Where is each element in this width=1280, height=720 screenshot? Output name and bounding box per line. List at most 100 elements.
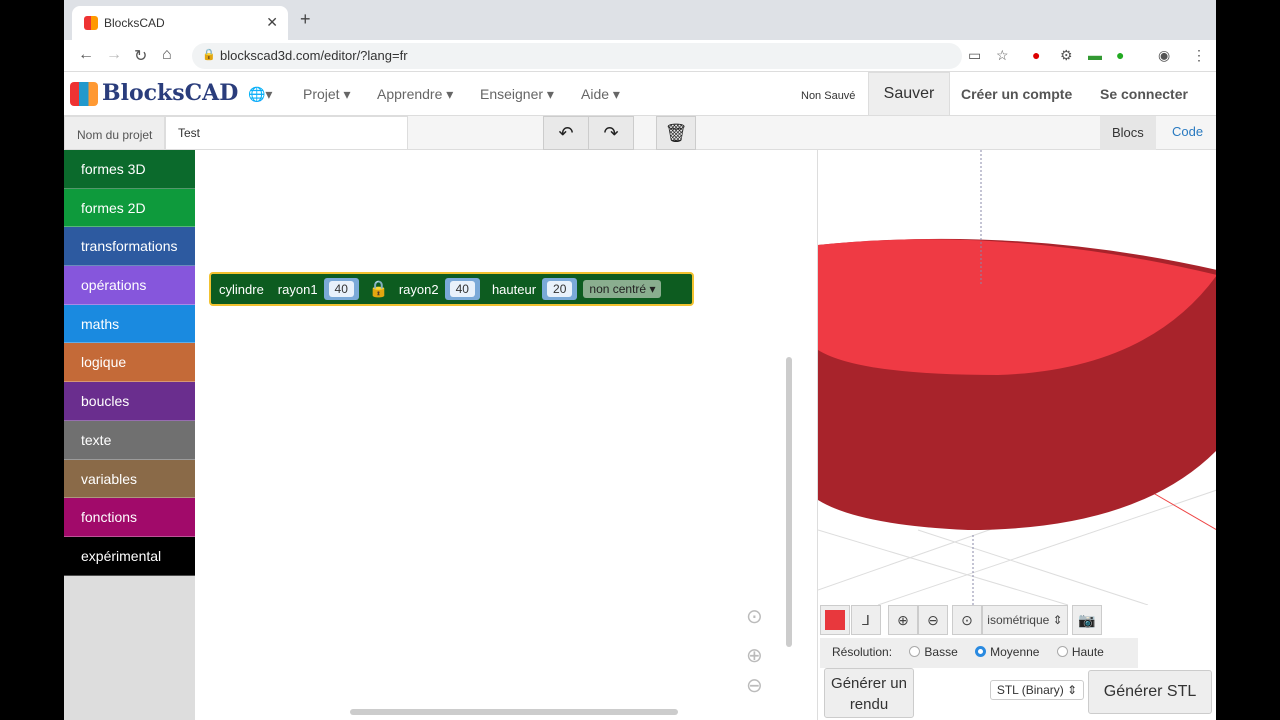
radio-basse[interactable] — [909, 646, 921, 657]
menu-label: Apprendre — [377, 86, 443, 102]
opera-icon[interactable]: ● — [1032, 47, 1040, 63]
home-icon[interactable]: ⌂ — [162, 46, 172, 64]
height-label: hauteur — [491, 281, 537, 297]
resolution-label: Résolution: — [832, 645, 893, 659]
view-select[interactable]: isométrique ⇕ — [982, 605, 1068, 635]
center-dropdown[interactable]: non centré ▾ — [583, 280, 662, 298]
logo-text: BlocksCAD — [102, 80, 239, 106]
save-button[interactable]: Sauver — [868, 72, 950, 116]
zoom-out-icon[interactable]: ⊖ — [918, 605, 948, 635]
3d-viewer[interactable]: ⅃ ⊕ ⊖ ⊙ isométrique ⇕ 📷 Résolution: Bass… — [817, 150, 1216, 720]
cast-icon[interactable]: ▭ — [968, 47, 981, 64]
menu-apprendre[interactable]: Apprendre ▾ — [377, 86, 453, 103]
forward-icon[interactable]: → — [106, 46, 122, 64]
radius1-input[interactable]: 40 — [323, 278, 359, 300]
radius2-input[interactable]: 40 — [444, 278, 480, 300]
radius1-label: rayon1 — [277, 281, 318, 297]
save-status: Non Sauvé — [801, 90, 856, 102]
star-icon[interactable]: ☆ — [996, 47, 1009, 64]
generate-stl-button[interactable]: Générer STL — [1088, 670, 1212, 714]
menu-label: Enseigner — [480, 86, 544, 102]
avatar[interactable]: ◉ — [1158, 47, 1170, 64]
lock-icon: 🔒 — [202, 49, 216, 61]
category-2[interactable]: transformations — [64, 227, 195, 267]
format-select[interactable]: STL (Binary) ⇕ — [990, 680, 1084, 700]
menu-label: Projet — [303, 86, 340, 102]
radio-label: Basse — [924, 645, 958, 659]
render-button[interactable]: Générer un rendu — [824, 668, 914, 718]
logo-mark-icon — [70, 82, 98, 106]
radio-moyenne[interactable] — [975, 646, 987, 657]
app-header: BlocksCAD 🌐▾ Projet ▾ Apprendre ▾ Enseig… — [64, 72, 1216, 116]
workspace-horizontal-scrollbar[interactable] — [350, 709, 678, 715]
evernote-icon[interactable]: ● — [1116, 47, 1124, 63]
browser-window: BlocksCAD ✕ + ← → ↻ ⌂ 🔒 blockscad3d.com/ed… — [64, 0, 1216, 720]
category-0[interactable]: formes 3D — [64, 150, 195, 189]
undo-button[interactable]: ↶ — [543, 116, 589, 150]
menu-label: Aide — [581, 86, 610, 102]
project-name-label: Nom du projet — [64, 116, 165, 150]
color-picker[interactable] — [820, 605, 850, 635]
block-name: cylindre — [219, 281, 264, 297]
tab-blocs[interactable]: Blocs — [1100, 116, 1156, 150]
screenshot-icon[interactable]: 📷 — [1072, 605, 1102, 635]
menu-projet[interactable]: Projet ▾ — [303, 86, 351, 103]
create-account-link[interactable]: Créer un compte — [961, 86, 1072, 102]
logo[interactable]: BlocksCAD — [70, 80, 238, 106]
url-bar[interactable]: 🔒 blockscad3d.com/editor/?lang=fr — [192, 43, 962, 69]
favicon-icon — [84, 16, 98, 30]
category-9[interactable]: fonctions — [64, 498, 195, 537]
axes-toggle-icon[interactable]: ⅃ — [851, 605, 881, 635]
radius2-value: 40 — [449, 281, 475, 297]
reload-icon[interactable]: ↻ — [134, 46, 147, 66]
menu-aide[interactable]: Aide ▾ — [581, 86, 620, 103]
url-text: blockscad3d.com/editor/?lang=fr — [220, 48, 408, 63]
radius1-value: 40 — [328, 281, 354, 297]
category-6[interactable]: boucles — [64, 382, 195, 421]
language-icon[interactable]: 🌐▾ — [248, 86, 272, 103]
radio-haute[interactable] — [1056, 646, 1068, 657]
tab-code[interactable]: Code — [1172, 124, 1203, 139]
height-input[interactable]: 20 — [542, 278, 578, 300]
reset-view-icon[interactable]: ⊙ — [952, 605, 982, 635]
trash-button[interactable]: 🗑 — [656, 116, 696, 150]
3d-render — [818, 150, 1216, 606]
zoom-in-icon[interactable]: ⊕ — [746, 643, 763, 668]
lock-icon[interactable]: 🔒 — [369, 279, 389, 299]
zoom-out-icon[interactable]: ⊖ — [746, 673, 763, 698]
category-4[interactable]: maths — [64, 304, 195, 344]
menu-icon[interactable]: ⋮ — [1192, 47, 1206, 64]
category-5[interactable]: logique — [64, 343, 195, 383]
radio-label: Haute — [1071, 645, 1104, 659]
extension-icon[interactable]: ⚙ — [1060, 47, 1073, 64]
address-bar-row: ← → ↻ ⌂ 🔒 blockscad3d.com/editor/?lang=fr… — [64, 40, 1216, 72]
login-link[interactable]: Se connecter — [1100, 86, 1188, 102]
menu-enseigner[interactable]: Enseigner ▾ — [480, 86, 554, 103]
recenter-icon[interactable]: ⊙ — [746, 604, 763, 629]
new-tab-button[interactable]: + — [300, 9, 311, 30]
workspace-vertical-scrollbar[interactable] — [786, 357, 792, 647]
close-tab-icon[interactable]: ✕ — [266, 14, 278, 31]
resolution-group: Résolution: Basse Moyenne Haute — [820, 638, 1138, 668]
category-8[interactable]: variables — [64, 459, 195, 499]
radio-label: Moyenne — [990, 645, 1040, 659]
center-value: non centré — [589, 282, 647, 296]
format-value: STL (Binary) — [996, 683, 1064, 697]
category-3[interactable]: opérations — [64, 266, 195, 305]
back-icon[interactable]: ← — [78, 46, 94, 64]
zoom-in-icon[interactable]: ⊕ — [888, 605, 918, 635]
project-name-input[interactable] — [165, 116, 408, 150]
category-1[interactable]: formes 2D — [64, 188, 195, 228]
category-10[interactable]: expérimental — [64, 536, 195, 576]
view-value: isométrique — [987, 613, 1050, 627]
tab-title: BlocksCAD — [104, 16, 165, 30]
radius2-label: rayon2 — [398, 281, 439, 297]
extension-icon[interactable]: ▬ — [1088, 47, 1102, 63]
blocks-workspace[interactable]: cylindre rayon1 40 🔒 rayon2 40 hauteur 2… — [195, 150, 815, 720]
height-value: 20 — [547, 281, 573, 297]
color-swatch — [825, 610, 845, 630]
redo-button[interactable]: ↷ — [588, 116, 634, 150]
cylinder-block[interactable]: cylindre rayon1 40 🔒 rayon2 40 hauteur 2… — [209, 272, 694, 306]
category-7[interactable]: texte — [64, 420, 195, 460]
browser-tab[interactable]: BlocksCAD ✕ — [72, 6, 288, 40]
